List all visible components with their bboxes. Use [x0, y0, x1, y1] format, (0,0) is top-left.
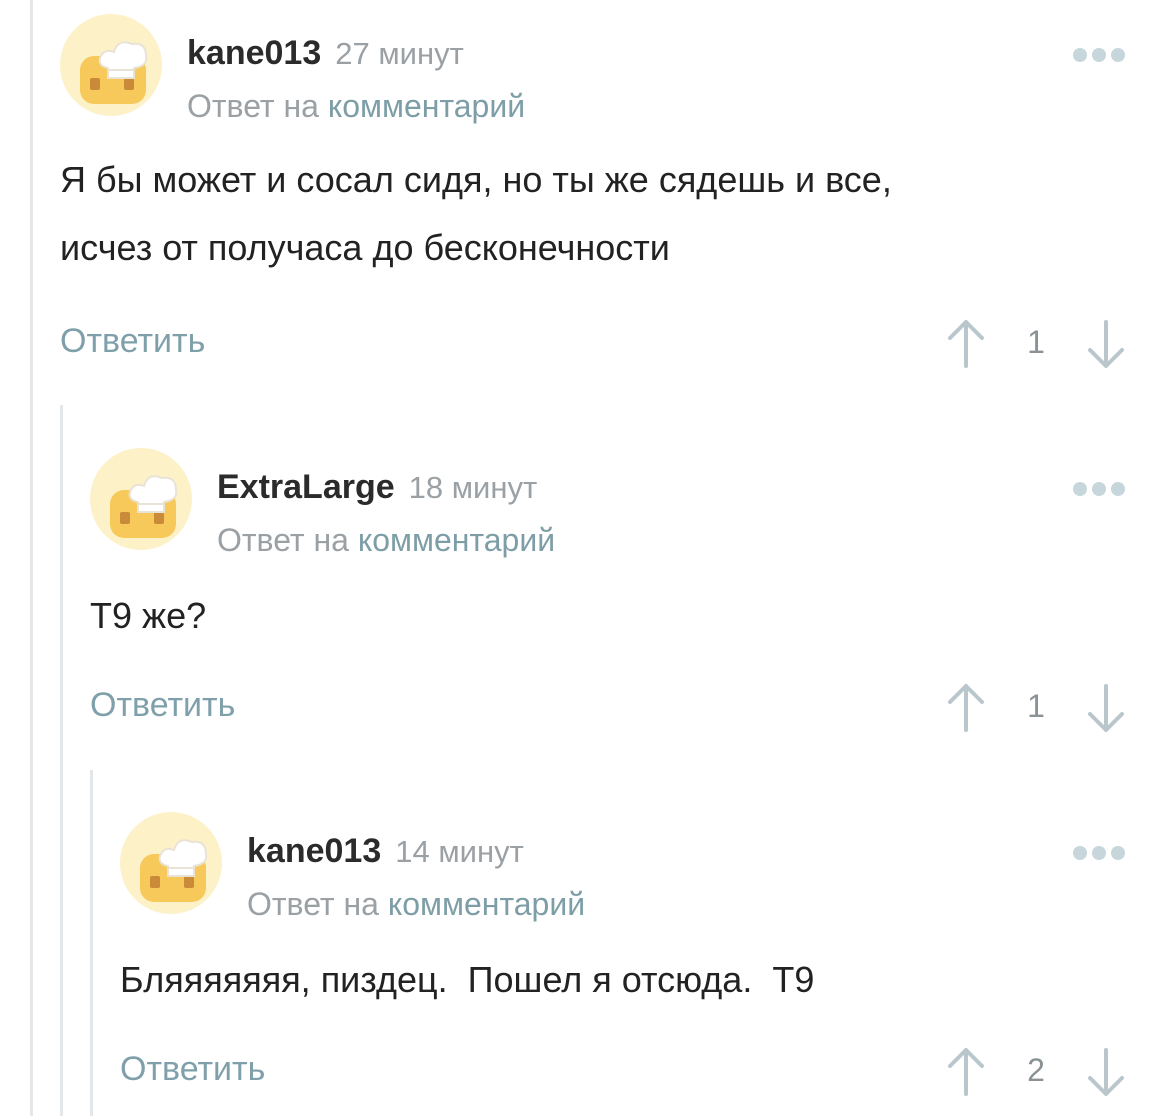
author-name[interactable]: kane013 27 минут [187, 34, 464, 73]
reply-prefix: Ответ на [247, 886, 379, 922]
reply-to-line: Ответ на комментарий [217, 522, 555, 559]
author-name[interactable]: ExtraLarge 18 минут [217, 468, 537, 507]
reply-prefix: Ответ на [217, 522, 349, 558]
author-name[interactable]: kane013 14 минут [247, 832, 524, 871]
parent-comment-link[interactable]: комментарий [328, 88, 525, 124]
reply-prefix: Ответ на [187, 88, 319, 124]
thread-line-level-0 [30, 0, 33, 1116]
upvote-arrow-icon[interactable] [944, 314, 988, 370]
comment-time: 18 минут [408, 470, 538, 505]
reply-button[interactable]: Ответить [120, 1050, 265, 1089]
reply-button[interactable]: Ответить [90, 686, 235, 725]
comment-body: Т9 же? [90, 595, 207, 636]
parent-comment-link[interactable]: комментарий [358, 522, 555, 558]
toaster-chef-icon [60, 14, 162, 116]
comment: kane013 14 минут Ответ на комментарий Бля… [120, 812, 1170, 1116]
author-name-text[interactable]: kane013 [187, 34, 321, 72]
toaster-chef-icon [120, 812, 222, 914]
thread-line-level-1 [60, 405, 63, 1116]
more-options-icon[interactable] [1073, 48, 1125, 62]
rating-count: 1 [1027, 324, 1045, 360]
comment-time: 14 минут [395, 834, 524, 869]
reply-to-line: Ответ на комментарий [187, 88, 525, 125]
downvote-arrow-icon[interactable] [1084, 682, 1128, 738]
comment: kane013 27 минут Ответ на комментарий Я б… [60, 14, 1170, 384]
more-options-icon[interactable] [1073, 846, 1125, 860]
comment: ExtraLarge 18 минут Ответ на комментарий … [90, 448, 1170, 748]
more-options-icon[interactable] [1073, 482, 1125, 496]
comment-time: 27 минут [335, 36, 464, 71]
reply-to-line: Ответ на комментарий [247, 886, 585, 923]
downvote-arrow-icon[interactable] [1084, 318, 1128, 374]
author-name-text[interactable]: ExtraLarge [217, 468, 395, 506]
comment-body: Бляяяяяяя, пиздец. Пошел я отсюда. Т9 [120, 959, 815, 1000]
upvote-arrow-icon[interactable] [944, 678, 988, 734]
downvote-arrow-icon[interactable] [1084, 1046, 1128, 1102]
avatar[interactable] [90, 448, 192, 550]
avatar[interactable] [120, 812, 222, 914]
thread-line-level-2 [90, 770, 93, 1116]
author-name-text[interactable]: kane013 [247, 832, 381, 870]
comment-body: Я бы может и сосал сидя, но ты же сядешь… [60, 159, 892, 268]
reply-button[interactable]: Ответить [60, 322, 205, 361]
rating-count: 1 [1027, 688, 1045, 724]
parent-comment-link[interactable]: комментарий [388, 886, 585, 922]
avatar[interactable] [60, 14, 162, 116]
toaster-chef-icon [90, 448, 192, 550]
rating-count: 2 [1027, 1052, 1045, 1088]
upvote-arrow-icon[interactable] [944, 1042, 988, 1098]
